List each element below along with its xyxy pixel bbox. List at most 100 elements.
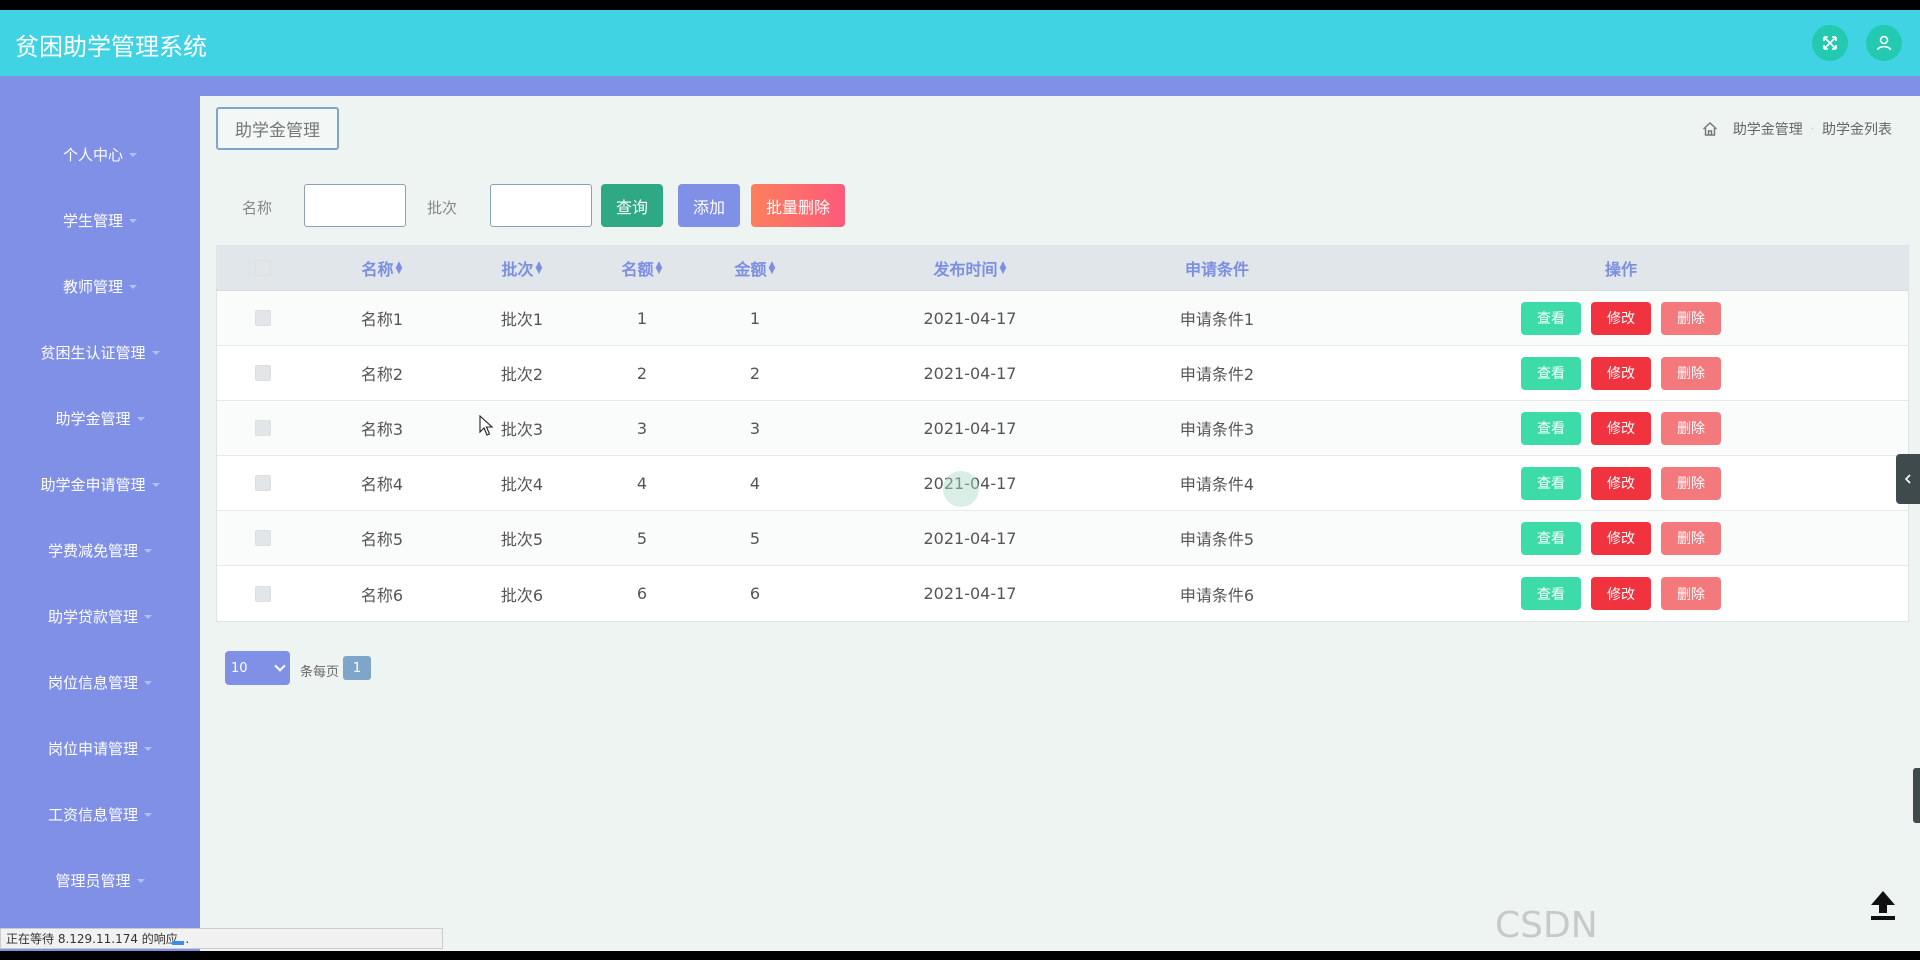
breadcrumb-item-current: 助学金列表 [1822, 122, 1892, 138]
sidebar-item-poverty-certification[interactable]: 贫困生认证管理 [0, 332, 200, 372]
column-header-condition: 申请条件 [1107, 246, 1327, 290]
cell-batch: 批次6 [500, 585, 544, 605]
edit-button[interactable]: 修改 [1591, 521, 1651, 555]
batch-search-label: 批次 [427, 199, 458, 217]
page-size-select[interactable]: 10 [225, 651, 290, 685]
column-header-name[interactable]: 名称 ▲ ▼ [317, 246, 447, 290]
column-header-amount[interactable]: 金额 ▲ ▼ [690, 246, 820, 290]
cell-actions: 查看 修改 删除 [1511, 456, 1731, 510]
sidebar-item-job-info[interactable]: 岗位信息管理 [0, 662, 200, 702]
cell-name: 名称2 [360, 365, 404, 384]
sidebar-item-student-loans[interactable]: 助学贷款管理 [0, 596, 200, 636]
sidebar-item-salary-info[interactable]: 工资信息管理 [0, 794, 200, 834]
sidebar-item-personal-center[interactable]: 个人中心 [0, 134, 200, 174]
user-button[interactable] [1866, 25, 1902, 61]
top-header: 贫困助学管理系统 [0, 10, 1920, 76]
cell-quota: 6 [636, 584, 648, 603]
view-button[interactable]: 查看 [1521, 301, 1581, 335]
table-row: 名称1 批次1 1 1 2021-04-17 申请条件1 查看 修改 删除 [217, 291, 1908, 346]
cell-publish-time: 2021-04-17 [923, 363, 1017, 383]
view-button[interactable]: 查看 [1521, 356, 1581, 390]
table-row: 名称3 批次3 3 3 2021-04-17 申请条件3 查看 修改 删除 [217, 401, 1908, 456]
delete-button[interactable]: 删除 [1661, 411, 1721, 445]
cell-publish-time: 2021-04-17 [923, 528, 1017, 548]
column-header-label: 金额 [734, 260, 767, 279]
delete-button[interactable]: 删除 [1661, 466, 1721, 500]
side-scroll-indicator[interactable] [1913, 768, 1920, 823]
cell-amount: 4 [749, 473, 761, 493]
caret-down-icon [144, 615, 152, 619]
breadcrumb-item[interactable]: 助学金管理 [1733, 119, 1803, 139]
row-checkbox[interactable] [255, 365, 271, 381]
row-checkbox[interactable] [255, 420, 271, 436]
sidebar-item-teachers[interactable]: 教师管理 [0, 266, 200, 306]
caret-down-icon [136, 879, 145, 883]
page-number-current[interactable]: 1 [343, 656, 371, 680]
batch-search-input[interactable] [490, 184, 592, 227]
view-button[interactable]: 查看 [1521, 466, 1581, 500]
sidebar-item-tuition-waiver[interactable]: 学费减免管理 [0, 530, 200, 570]
row-checkbox[interactable] [255, 475, 271, 491]
cell-publish-time: 2021-04-17 [923, 308, 1017, 328]
delete-button[interactable]: 删除 [1661, 521, 1721, 555]
add-button[interactable]: 添加 [678, 184, 740, 227]
table-row: 名称4 批次4 4 4 2021-04-17 申请条件4 查看 修改 删除 [217, 456, 1908, 511]
click-highlight [943, 471, 979, 507]
column-header-actions: 操作 [1511, 246, 1731, 290]
row-select-cell [217, 346, 309, 400]
column-header-quota[interactable]: 名额 ▲ ▼ [577, 246, 707, 290]
sort-icon: ▲ ▼ [655, 260, 663, 276]
sidebar-item-label: 个人中心 [62, 145, 123, 164]
edit-button[interactable]: 修改 [1591, 577, 1651, 610]
watermark: CSDN @nodejava666666 [1495, 905, 1834, 951]
row-checkbox[interactable] [255, 310, 271, 326]
edit-button[interactable]: 修改 [1591, 411, 1651, 445]
edit-button[interactable]: 修改 [1591, 356, 1651, 390]
home-icon[interactable] [1701, 120, 1719, 138]
delete-button[interactable]: 删除 [1661, 356, 1721, 390]
name-search-input[interactable] [304, 184, 406, 227]
column-header-label: 发布时间 [933, 260, 998, 279]
sidebar-item-administrators[interactable]: 管理员管理 [0, 860, 200, 900]
delete-button[interactable]: 删除 [1661, 577, 1721, 610]
select-all-checkbox[interactable] [255, 260, 271, 276]
sidebar-item-grants[interactable]: 助学金管理 [0, 398, 200, 438]
grants-table: 名称 ▲ ▼ 批次 ▲ ▼ 名额 ▲ ▼ 金额 ▲ ▼ 发布时间 ▲ ▼ 申请条件 操作 名称1 批… [216, 245, 1909, 622]
fullscreen-icon [1823, 36, 1837, 50]
caret-down-icon [144, 813, 152, 817]
table-row: 名称2 批次2 2 2 2021-04-17 申请条件2 查看 修改 删除 [217, 346, 1908, 401]
column-header-label: 操作 [1604, 260, 1637, 279]
row-checkbox[interactable] [255, 585, 271, 602]
sidebar-item-job-applications[interactable]: 岗位申请管理 [0, 728, 200, 768]
cell-batch: 批次1 [500, 310, 544, 329]
browser-status-bar: 正在等待 8.129.11.174 的响应... [0, 928, 443, 949]
view-button[interactable]: 查看 [1521, 577, 1581, 610]
column-header-publish-time[interactable]: 发布时间 ▲ ▼ [860, 246, 1080, 290]
breadcrumb: 助学金管理 · 助学金列表 [1701, 119, 1892, 139]
sidebar-item-grant-applications[interactable]: 助学金申请管理 [0, 464, 200, 504]
side-panel-toggle[interactable] [1896, 454, 1920, 504]
sidebar-item-label: 助学贷款管理 [47, 607, 138, 626]
edit-button[interactable]: 修改 [1591, 301, 1651, 335]
edit-button[interactable]: 修改 [1591, 466, 1651, 500]
cell-batch: 批次4 [500, 475, 544, 494]
sidebar-item-label: 学生管理 [62, 211, 123, 230]
column-header-batch[interactable]: 批次 ▲ ▼ [457, 246, 587, 290]
view-button[interactable]: 查看 [1521, 521, 1581, 555]
caret-down-icon [151, 351, 160, 355]
row-select-cell [217, 566, 309, 621]
loading-progress-indicator [172, 941, 184, 945]
query-button[interactable]: 查询 [601, 184, 663, 227]
delete-button[interactable]: 删除 [1661, 301, 1721, 335]
row-checkbox[interactable] [255, 530, 271, 546]
batch-delete-button[interactable]: 批量删除 [751, 184, 845, 227]
fullscreen-button[interactable] [1812, 25, 1848, 61]
view-button[interactable]: 查看 [1521, 411, 1581, 445]
select-all-cell [217, 246, 309, 290]
app-title: 贫困助学管理系统 [15, 33, 207, 61]
sidebar-item-students[interactable]: 学生管理 [0, 200, 200, 240]
sidebar-item-label: 管理员管理 [55, 871, 131, 890]
cell-amount: 1 [749, 308, 761, 328]
cell-name: 名称4 [360, 475, 404, 494]
header-accent-strip [0, 76, 1920, 96]
